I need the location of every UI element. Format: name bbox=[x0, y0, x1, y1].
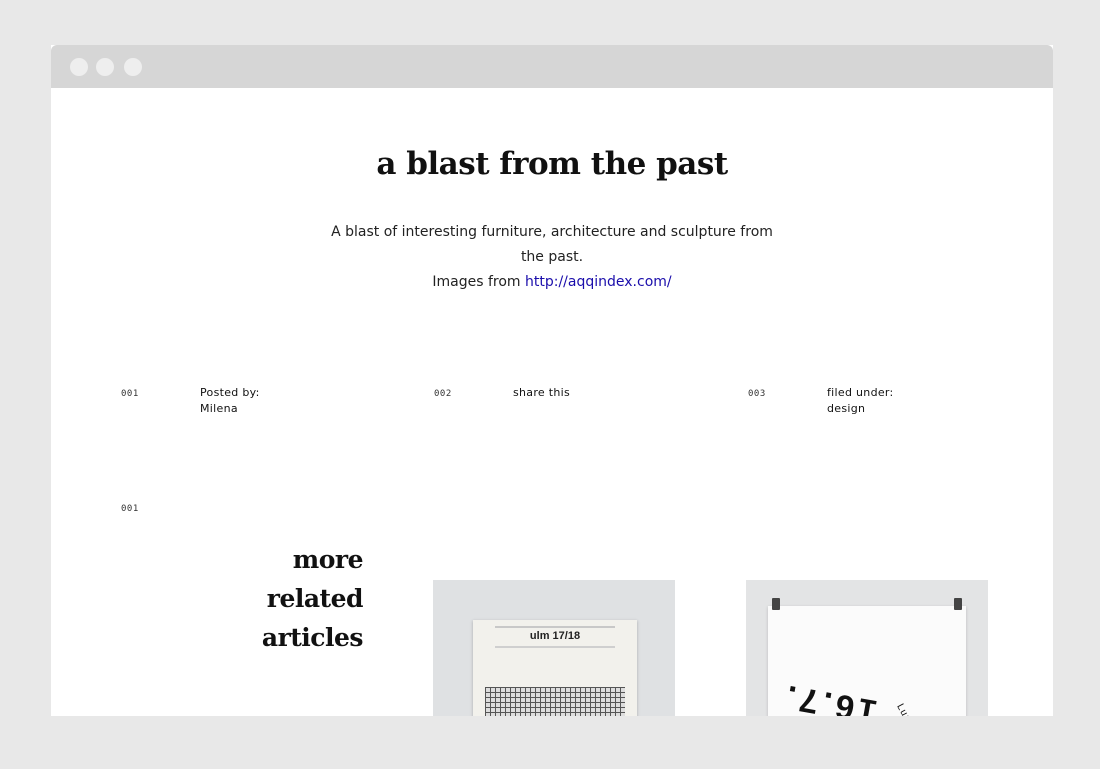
window-dot-icon[interactable] bbox=[124, 58, 142, 76]
page-title: a blast from the past bbox=[376, 146, 728, 182]
images-prefix: Images from bbox=[432, 274, 521, 290]
category-link[interactable]: design bbox=[827, 401, 894, 417]
related-article-thumb[interactable]: 16.7. Luzern bbox=[746, 580, 988, 716]
posted-by: Posted by: Milena bbox=[200, 385, 260, 417]
binder-clip-icon bbox=[772, 598, 780, 610]
poster-image: 16.7. Luzern bbox=[768, 598, 966, 716]
poster-number: 16.7. bbox=[779, 676, 881, 716]
related-articles-title: more related articles bbox=[261, 545, 364, 652]
poster-side-text: Luzern bbox=[894, 702, 921, 716]
binder-clip-icon bbox=[954, 598, 962, 610]
window-dot-icon[interactable] bbox=[70, 58, 88, 76]
article-description: A blast of interesting furniture, archit… bbox=[321, 220, 783, 295]
filed-under-label: filed under: bbox=[827, 386, 894, 399]
share-this-label[interactable]: share this bbox=[513, 385, 570, 401]
meta-number: 003 bbox=[748, 389, 766, 399]
magazine-cover-image: ulm 17/18 bbox=[473, 620, 637, 716]
posted-by-label: Posted by: bbox=[200, 386, 260, 399]
related-article-thumb[interactable]: ulm 17/18 bbox=[433, 580, 675, 716]
cover-title: ulm 17/18 bbox=[529, 630, 581, 642]
window-dot-icon[interactable] bbox=[96, 58, 114, 76]
cover-fine-print bbox=[495, 646, 615, 648]
author-name[interactable]: Milena bbox=[200, 401, 260, 417]
meta-number: 002 bbox=[434, 389, 452, 399]
images-source-link[interactable]: http://aqqindex.com/ bbox=[525, 274, 672, 290]
page-content: a blast from the past A blast of interes… bbox=[51, 88, 1053, 716]
browser-chrome bbox=[51, 45, 1053, 88]
filed-under: filed under: design bbox=[827, 385, 894, 417]
browser-window: a blast from the past A blast of interes… bbox=[51, 45, 1053, 716]
meta-number: 001 bbox=[121, 389, 139, 399]
share-this[interactable]: share this bbox=[513, 385, 570, 401]
cover-fine-print bbox=[495, 626, 615, 628]
cover-grid-pattern bbox=[485, 687, 625, 716]
description-text: A blast of interesting furniture, archit… bbox=[331, 224, 773, 265]
related-number: 001 bbox=[121, 504, 139, 514]
